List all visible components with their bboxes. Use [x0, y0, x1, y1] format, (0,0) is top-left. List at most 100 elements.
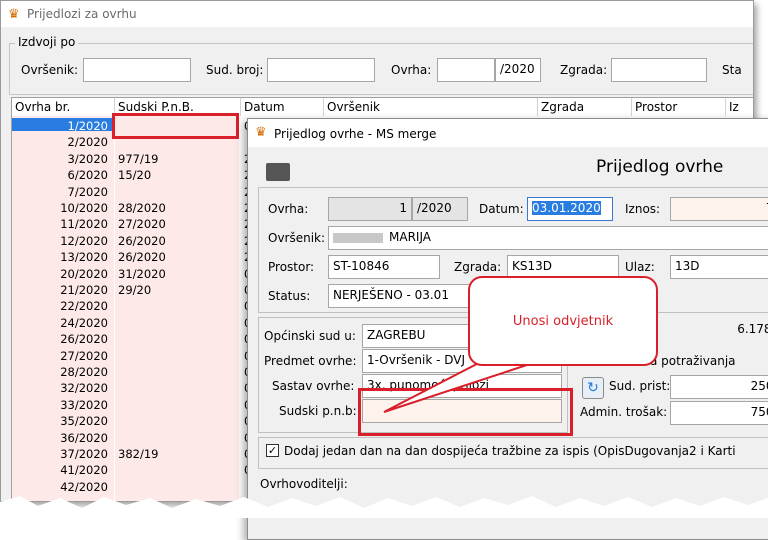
filter-status-label: Sta	[722, 63, 742, 77]
column-header-prostor[interactable]: Prostor	[632, 98, 726, 116]
row-ovrha-number[interactable]: 2/2020	[12, 136, 108, 149]
sudski-column-highlight-box	[112, 113, 239, 139]
row-sudski-pnb[interactable]	[118, 366, 238, 379]
dialog-iznos-input[interactable]: 7.1	[670, 197, 768, 221]
filter-ovrha-input[interactable]	[437, 58, 495, 82]
row-sudski-pnb[interactable]: 27/2020	[118, 218, 238, 231]
dialog-status-input: NERJEŠENO - 03.01	[328, 284, 478, 308]
column-header-ovrha[interactable]: Ovrha br.	[12, 98, 115, 116]
filter-zgrada-label: Zgrada:	[560, 63, 608, 77]
column-header-zgrada[interactable]: Zgrada	[538, 98, 632, 116]
dialog-ulaz-label: Ulaz:	[625, 260, 655, 274]
row-sudski-pnb[interactable]	[118, 432, 238, 445]
callout-text: Unosi odvjetnik	[512, 314, 614, 329]
dialog-app-icon: ♛	[255, 125, 267, 140]
filter-sud-broj-label: Sud. broj:	[206, 63, 264, 77]
row-ovrha-number[interactable]: 37/2020	[12, 448, 108, 461]
row-sudski-pnb[interactable]	[118, 382, 238, 395]
filter-group-label: Izdvoji po	[15, 35, 79, 49]
dialog-admin-label: Admin. trošak:	[580, 405, 668, 419]
add-day-checkbox[interactable]: ✓	[266, 444, 279, 457]
row-ovrha-number[interactable]: 7/2020	[12, 185, 108, 199]
dialog-sastav-label: Sastav ovrhe:	[272, 379, 355, 393]
row-ovrha-number[interactable]: 33/2020	[12, 398, 108, 412]
filter-ovrha-year-input[interactable]: /2020	[495, 58, 541, 82]
dialog-datum-label: Datum:	[479, 202, 524, 216]
row-ovrha-number[interactable]: 20/2020	[12, 267, 108, 281]
filter-ovrsenik-label: Ovršenik:	[21, 63, 79, 77]
row-sudski-pnb[interactable]: 977/19	[118, 152, 238, 166]
dialog-sud-prist-input[interactable]: 250,0	[670, 375, 768, 399]
dialog-prostor-input[interactable]: ST-10846	[328, 255, 440, 279]
torn-edge	[0, 496, 768, 518]
row-sudski-pnb[interactable]: 29/20	[118, 284, 238, 297]
callout-bubble: Unosi odvjetnik	[468, 276, 658, 366]
row-ovrha-number[interactable]: 35/2020	[12, 415, 108, 428]
dialog-ovrhovoditelji-label: Ovrhovoditelji:	[260, 477, 348, 491]
row-sudski-pnb[interactable]	[118, 300, 238, 313]
row-ovrha-number[interactable]: 36/2020	[12, 431, 108, 445]
dialog-sud-prist-label: Sud. prist:	[609, 379, 671, 393]
row-sudski-pnb[interactable]	[118, 350, 238, 363]
dialog-opcinski-label: Općinski sud u:	[264, 329, 356, 343]
dialog-ovrsenik-input[interactable]: MARIJA	[328, 226, 768, 250]
dialog-ovrha-number: 1	[328, 197, 412, 221]
row-ovrha-number[interactable]: 11/2020	[12, 218, 108, 231]
dialog-status-label: Status:	[268, 289, 311, 303]
dialog-zgrada-label: Zgrada:	[454, 260, 502, 274]
row-ovrha-number[interactable]: 32/2020	[12, 382, 108, 395]
main-window-title: Prijedlozi za ovrhu	[27, 7, 137, 21]
row-ovrha-number[interactable]: 12/2020	[12, 234, 108, 248]
filter-ovrsenik-input[interactable]	[83, 58, 191, 82]
dialog-ovrha-year: /2020	[412, 197, 468, 221]
row-ovrha-number[interactable]: 21/2020	[12, 284, 108, 297]
dialog-predmet-label: Predmet ovrhe:	[264, 354, 357, 368]
dialog-ovrsenik-label: Ovršenik:	[268, 231, 326, 245]
row-ovrha-number[interactable]: 6/2020	[12, 169, 108, 182]
row-sudski-pnb[interactable]	[118, 399, 238, 412]
row-sudski-pnb[interactable]: 28/2020	[118, 202, 238, 215]
dialog-ovrha-label: Ovrha:	[268, 202, 309, 216]
row-sudski-pnb[interactable]	[118, 333, 238, 346]
main-titlebar: ♛ Prijedlozi za ovrhu	[1, 1, 753, 27]
row-ovrha-number[interactable]: 27/2020	[12, 349, 108, 363]
row-sudski-pnb[interactable]: 31/2020	[118, 267, 238, 281]
row-sudski-pnb[interactable]: 382/19	[118, 448, 238, 461]
row-sudski-pnb[interactable]	[118, 186, 238, 199]
print-icon[interactable]	[266, 163, 290, 181]
row-sudski-pnb[interactable]: 26/2020	[118, 251, 238, 264]
column-header-ovrsenik[interactable]: Ovršenik	[324, 98, 538, 116]
dialog-amount-value: 6.178,9	[667, 319, 768, 343]
dialog-datum-input[interactable]: 03.01.2020	[527, 197, 613, 221]
row-ovrha-number[interactable]: 28/2020	[12, 366, 108, 379]
filter-sud-broj-input[interactable]	[267, 58, 375, 82]
dialog-sudski-pnb-label: Sudski p.n.b:	[279, 404, 357, 418]
sudski-pnb-highlight-box	[358, 388, 573, 436]
row-ovrha-number[interactable]: 10/2020	[12, 202, 108, 215]
row-ovrha-number[interactable]: 3/2020	[12, 152, 108, 166]
filter-zgrada-input[interactable]	[611, 58, 707, 82]
dialog-ulaz-input[interactable]: 13D	[670, 255, 768, 279]
dialog-iznos-label: Iznos:	[625, 202, 661, 216]
row-ovrha-number[interactable]: 13/2020	[12, 251, 108, 264]
row-ovrha-number[interactable]: 41/2020	[12, 464, 108, 477]
refresh-icon[interactable]: ↻	[582, 377, 604, 399]
dialog-admin-input[interactable]: 750,0	[670, 401, 768, 425]
dialog-prostor-label: Prostor:	[268, 260, 315, 274]
column-header-iz[interactable]: Iz	[726, 98, 753, 116]
row-sudski-pnb[interactable]: 15/20	[118, 169, 238, 182]
torn-edge-shape	[0, 496, 768, 518]
column-header-datum[interactable]: Datum	[241, 98, 324, 116]
row-ovrha-number[interactable]: 26/2020	[12, 333, 108, 346]
row-ovrha-number[interactable]: 22/2020	[12, 300, 108, 313]
row-ovrha-number[interactable]: 24/2020	[12, 316, 108, 330]
row-sudski-pnb[interactable]	[118, 464, 238, 477]
dialog-potrazivanja-text: a potraživanja	[650, 354, 736, 368]
row-sudski-pnb[interactable]	[118, 415, 238, 428]
add-day-checkbox-label: Dodaj jedan dan na dan dospijeća tražbin…	[284, 444, 736, 458]
row-sudski-pnb[interactable]: 26/2020	[118, 234, 238, 248]
row-ovrha-number[interactable]: 1/2020	[12, 120, 108, 133]
filter-ovrha-label: Ovrha:	[391, 63, 432, 77]
row-sudski-pnb[interactable]	[118, 317, 238, 330]
dialog-title: Prijedlog ovrhe - MS merge	[274, 127, 437, 141]
